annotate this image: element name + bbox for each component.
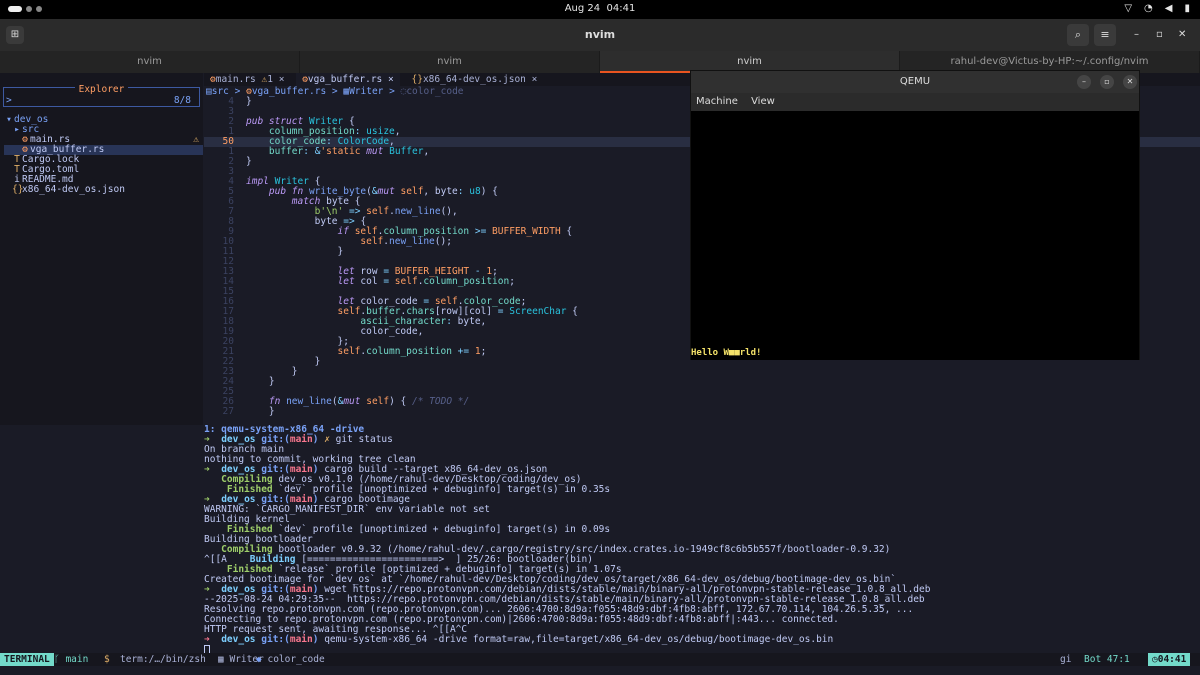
line-text: fn new_line(&mut self) { /* TODO */ (268, 396, 470, 407)
qemu-maximize-button[interactable]: ▫ (1100, 75, 1114, 89)
qemu-titlebar[interactable]: QEMU – ▫ ✕ (691, 71, 1139, 93)
maximize-icon: ▫ (1156, 29, 1163, 40)
buffer-main-rs[interactable]: ⚙main.rs ⚠1 × (204, 73, 290, 86)
mode-indicator: TERMINAL (0, 653, 54, 666)
maximize-icon: ▫ (1104, 77, 1110, 86)
qemu-minimize-button[interactable]: – (1077, 75, 1091, 89)
terminal-line: WARNING: `CARGO_MANIFEST_DIR` env variab… (204, 504, 490, 515)
qemu-title: QEMU (899, 76, 931, 87)
line-text: } (246, 96, 252, 107)
tab-nvim-2[interactable]: nvim (300, 51, 600, 73)
clock-date: Aug 24 (564, 3, 601, 14)
tree-item[interactable]: {}x86_64-dev_os.json (4, 185, 203, 195)
struct-icon: ▦ (218, 654, 224, 665)
code-line[interactable]: 23 } (204, 367, 1200, 377)
minimize-button[interactable]: – (1134, 29, 1139, 40)
hamburger-icon: ≡ (1100, 28, 1110, 41)
buffer-close-icon[interactable]: × (279, 74, 285, 85)
buffer-vga-buffer-rs[interactable]: ⚙vga_buffer.rs × (296, 73, 400, 86)
explorer-count: 8/8 (173, 95, 191, 106)
maximize-button[interactable]: ▫ (1156, 29, 1163, 40)
minimize-icon: – (1082, 77, 1086, 86)
system-clock[interactable]: Aug 24 04:41 (0, 3, 1200, 14)
line-text: } (246, 156, 252, 167)
line-text: } (268, 406, 275, 417)
close-button[interactable]: ✕ (1178, 29, 1186, 40)
code-line[interactable]: 24 } (204, 377, 1200, 387)
cursor-position: Bot 47:1 (1084, 654, 1130, 665)
line-text: } (337, 246, 344, 257)
status-symbol-field: ◆ color_code (256, 654, 325, 665)
terminal-line: Finished `dev` profile [unoptimized + de… (226, 524, 611, 535)
system-tray[interactable]: ▽ ◔ ◀ ▮ (1124, 3, 1190, 14)
buffer-json[interactable]: {}x86_64-dev_os.json × (405, 73, 543, 86)
file-type-icon: {} (12, 184, 24, 195)
file-tree: ▾ dev_os ▸ src ⚙ main.rs ⚠ ⚙ vga_buffer.rs T Cargo… (4, 115, 203, 195)
terminal-path: term:/…/bin/zsh (120, 654, 206, 665)
shell-icon: $ (104, 654, 110, 665)
window-title: nvim (584, 28, 616, 41)
file-type-icon: ▸ (14, 124, 20, 135)
tree-item-label: x86_64-dev_os.json (22, 184, 125, 195)
nvim-statusline: TERMINAL ᚴ main $ term:/…/bin/zsh ▦ Writ… (0, 653, 1200, 666)
branch-icon: ᚴ (54, 654, 60, 665)
close-icon: ✕ (1126, 77, 1134, 86)
file-explorer: Explorer > 8/8 ▾ dev_os ▸ src ⚙ main.rs ⚠ ⚙ vga_… (0, 73, 203, 425)
vga-output-text: Hello W■■rld! (691, 348, 762, 358)
wifi-icon: ◔ (1144, 3, 1153, 14)
code-line[interactable]: 27 } (204, 407, 1200, 417)
code-line[interactable]: 26 fn new_line(&mut self) { /* TODO */ (204, 397, 1200, 407)
line-text: let col = self.column_position; (337, 276, 515, 287)
buffer-close-icon[interactable]: × (532, 74, 538, 85)
terminal-headerbar: ⊞ nvim ⌕ ≡ – ▫ ✕ (0, 19, 1200, 51)
warning-icon: ⚠ (193, 134, 199, 145)
qemu-close-button[interactable]: ✕ (1123, 75, 1137, 89)
filetype: gi (1060, 654, 1072, 665)
terminal-line: ➜ dev_os git:(main) qemu-system-x86_64 -… (204, 634, 834, 645)
battery-icon: ▮ (1184, 3, 1190, 14)
file-type-icon: ▾ (6, 114, 12, 125)
line-text: } (268, 376, 275, 387)
json-file-icon: {} (411, 74, 423, 85)
command-line[interactable] (0, 666, 1200, 675)
minimize-icon: – (1134, 29, 1139, 40)
menu-button[interactable]: ≡ (1094, 24, 1116, 46)
system-top-bar: Aug 24 04:41 ▽ ◔ ◀ ▮ (0, 0, 1200, 19)
qemu-menu-view[interactable]: View (751, 96, 775, 107)
qemu-menubar: Machine View (691, 93, 1139, 111)
field-icon: ◆ (256, 654, 262, 665)
line-number: 27 (222, 406, 234, 417)
buffer-close-icon[interactable]: × (388, 74, 394, 85)
git-branch: ᚴ main (54, 654, 89, 665)
tab-nvim-1[interactable]: nvim (0, 51, 300, 73)
qemu-window[interactable]: QEMU – ▫ ✕ Machine View Hello W■■rld! (690, 70, 1140, 360)
explorer-title: Explorer (0, 84, 203, 95)
line-text: buffer: &'static mut Buffer, (268, 146, 430, 157)
search-icon: ⌕ (1074, 28, 1082, 41)
close-icon: ✕ (1178, 29, 1187, 40)
qemu-vga-screen[interactable]: Hello W■■rld! (691, 111, 1139, 360)
clock-time: 04:41 (606, 3, 636, 14)
terminal-pane[interactable]: 1: qemu-system-x86_64 -drive ➜ dev_os git… (204, 425, 1200, 655)
search-button[interactable]: ⌕ (1067, 24, 1089, 46)
qemu-menu-machine[interactable]: Machine (696, 96, 738, 107)
terminal-line: ➜ dev_os git:(main) ✗ git status (204, 434, 393, 445)
explorer-prompt: > (6, 95, 12, 106)
volume-icon: ◀ (1164, 3, 1173, 14)
status-clock: ◷04:41 (1148, 653, 1191, 666)
vpn-icon: ▽ (1124, 3, 1133, 14)
